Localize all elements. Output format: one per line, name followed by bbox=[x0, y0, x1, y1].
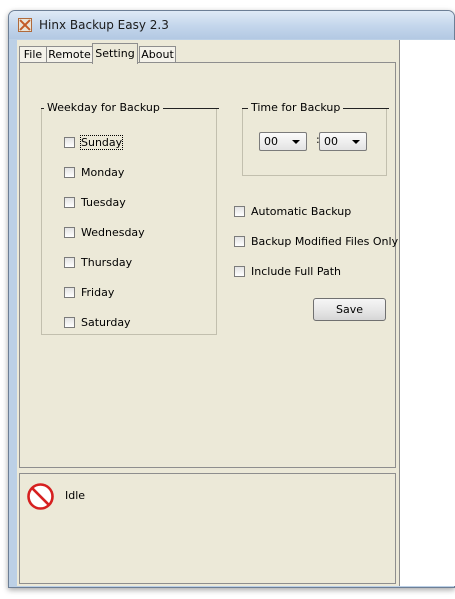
time-group-title: Time for Backup bbox=[248, 101, 344, 114]
save-button[interactable]: Save bbox=[313, 298, 386, 321]
friday-checkbox[interactable] bbox=[64, 286, 75, 298]
minute-value: 00 bbox=[324, 135, 338, 148]
include-full-path-label: Include Full Path bbox=[251, 264, 342, 278]
option-include-full-path[interactable]: Include Full Path bbox=[234, 263, 341, 279]
tab-setting[interactable]: Setting bbox=[92, 43, 138, 64]
day-monday[interactable]: Monday bbox=[64, 164, 124, 180]
tuesday-label: Tuesday bbox=[81, 195, 126, 209]
prohibited-icon bbox=[27, 483, 54, 510]
sunday-checkbox[interactable] bbox=[64, 136, 75, 148]
weekday-group-title: Weekday for Backup bbox=[44, 101, 163, 114]
friday-label: Friday bbox=[81, 285, 115, 299]
hour-select[interactable]: 00 bbox=[259, 132, 307, 151]
client-area: File Remote Setting About Weekday for Ba… bbox=[17, 40, 455, 586]
window-title: Hinx Backup Easy 2.3 bbox=[39, 18, 169, 32]
wednesday-checkbox[interactable] bbox=[64, 226, 75, 238]
weekday-group: Weekday for Backup Sunday Monday Tuesday bbox=[41, 101, 219, 335]
wednesday-label: Wednesday bbox=[81, 225, 145, 239]
status-area: Idle bbox=[19, 473, 396, 584]
automatic-backup-label: Automatic Backup bbox=[251, 204, 352, 218]
tab-file[interactable]: File bbox=[19, 46, 47, 63]
modified-only-label: Backup Modified Files Only bbox=[251, 234, 399, 248]
monday-label: Monday bbox=[81, 165, 125, 179]
status-text: Idle bbox=[65, 489, 86, 502]
time-group: Time for Backup 00 : 00 bbox=[242, 101, 389, 176]
setting-tab-panel: Weekday for Backup Sunday Monday Tuesday bbox=[19, 62, 398, 468]
chevron-down-icon bbox=[292, 140, 300, 144]
day-friday[interactable]: Friday bbox=[64, 284, 114, 300]
automatic-backup-checkbox[interactable] bbox=[234, 205, 245, 217]
day-saturday[interactable]: Saturday bbox=[64, 314, 131, 330]
tuesday-checkbox[interactable] bbox=[64, 196, 75, 208]
option-modified-only[interactable]: Backup Modified Files Only bbox=[234, 233, 398, 249]
saturday-label: Saturday bbox=[81, 315, 131, 329]
day-thursday[interactable]: Thursday bbox=[64, 254, 132, 270]
day-sunday[interactable]: Sunday bbox=[64, 134, 124, 150]
day-tuesday[interactable]: Tuesday bbox=[64, 194, 126, 210]
day-wednesday[interactable]: Wednesday bbox=[64, 224, 145, 240]
hour-value: 00 bbox=[264, 135, 278, 148]
app-window: Hinx Backup Easy 2.3 File Remote Setting… bbox=[8, 10, 455, 588]
app-icon bbox=[18, 18, 32, 32]
tab-remote[interactable]: Remote bbox=[46, 46, 93, 63]
time-selectors: 00 : 00 bbox=[259, 132, 369, 152]
chevron-down-icon bbox=[352, 140, 360, 144]
thursday-checkbox[interactable] bbox=[64, 256, 75, 268]
option-automatic-backup[interactable]: Automatic Backup bbox=[234, 203, 351, 219]
main-panel: File Remote Setting About Weekday for Ba… bbox=[17, 40, 400, 586]
include-full-path-checkbox[interactable] bbox=[234, 265, 245, 277]
tab-about[interactable]: About bbox=[139, 46, 176, 63]
monday-checkbox[interactable] bbox=[64, 166, 75, 178]
minute-select[interactable]: 00 bbox=[319, 132, 367, 151]
thursday-label: Thursday bbox=[81, 255, 133, 269]
title-bar[interactable]: Hinx Backup Easy 2.3 bbox=[9, 11, 454, 39]
saturday-checkbox[interactable] bbox=[64, 316, 75, 328]
modified-only-checkbox[interactable] bbox=[234, 235, 245, 247]
sunday-label: Sunday bbox=[79, 134, 124, 150]
